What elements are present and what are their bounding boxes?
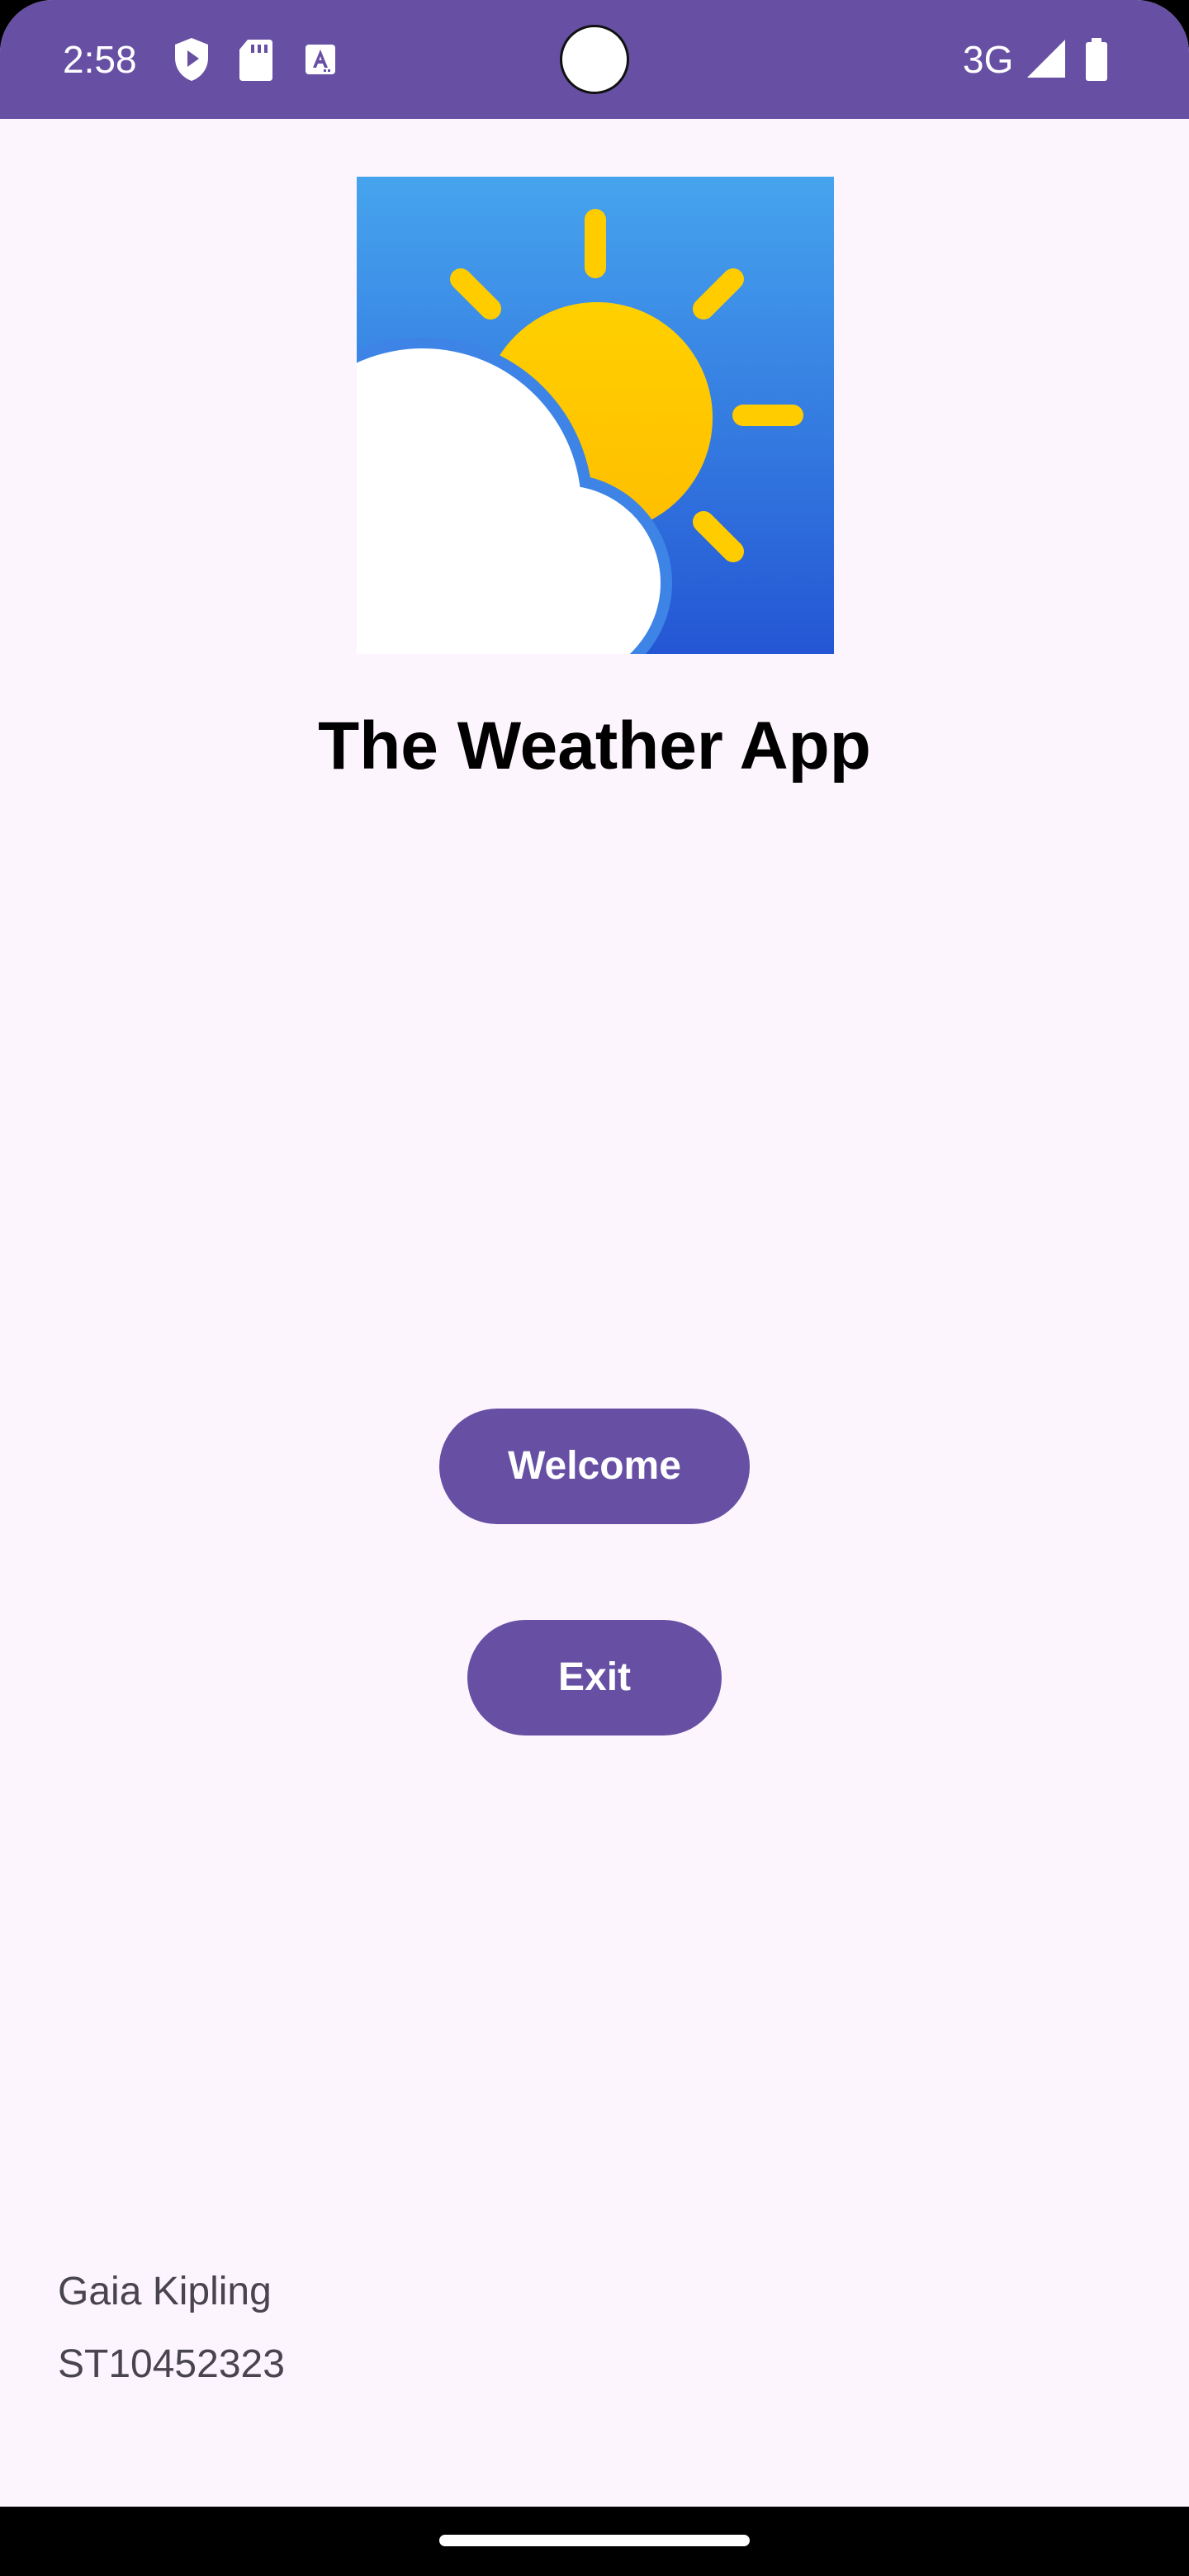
keyboard-a-icon (306, 45, 335, 74)
sd-card-icon (239, 40, 272, 81)
welcome-button[interactable]: Welcome (439, 1409, 750, 1524)
home-indicator[interactable] (439, 2535, 750, 2546)
network-type-label: 3G (963, 38, 1014, 81)
battery-icon (1086, 38, 1107, 81)
shield-play-icon (175, 38, 208, 81)
app-title: The Weather App (318, 708, 871, 784)
status-bar: 2:58 3G (0, 0, 1189, 119)
signal-icon (1027, 40, 1065, 78)
student-id: ST10452323 (58, 2342, 285, 2386)
author-name: Gaia Kipling (58, 2270, 272, 2313)
weather-sun-cloud-icon (357, 177, 834, 654)
status-time: 2:58 (63, 38, 137, 81)
camera-cutout (560, 25, 629, 94)
app-screen: 2:58 3G The Weather App Welcome Exit Gai… (0, 0, 1189, 2576)
exit-button[interactable]: Exit (467, 1620, 722, 1735)
